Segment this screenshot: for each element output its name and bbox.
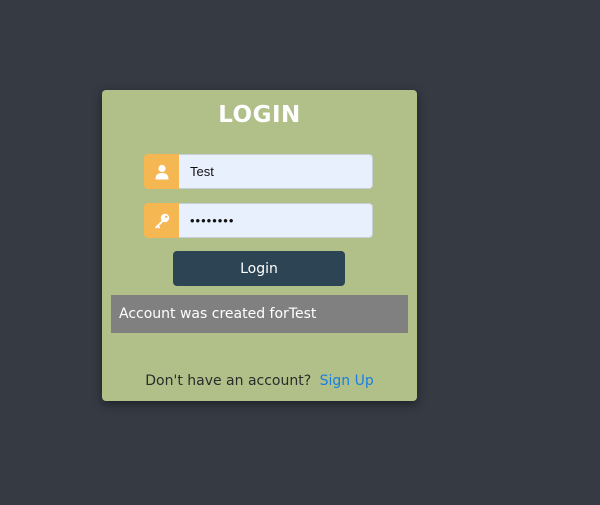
username-input[interactable] <box>179 154 373 189</box>
signup-link[interactable]: Sign Up <box>320 373 374 389</box>
password-field-group <box>144 203 373 238</box>
login-card: LOGIN Login Account was created forTest … <box>102 90 417 401</box>
password-input[interactable] <box>179 203 373 238</box>
status-message: Account was created forTest <box>111 295 408 333</box>
key-icon <box>144 203 179 238</box>
signup-prompt-text: Don't have an account? <box>145 373 312 389</box>
username-field-group <box>144 154 373 189</box>
login-button[interactable]: Login <box>173 251 345 286</box>
user-icon <box>144 154 179 189</box>
signup-prompt: Don't have an account? Sign Up <box>102 373 417 389</box>
login-title: LOGIN <box>218 102 301 128</box>
